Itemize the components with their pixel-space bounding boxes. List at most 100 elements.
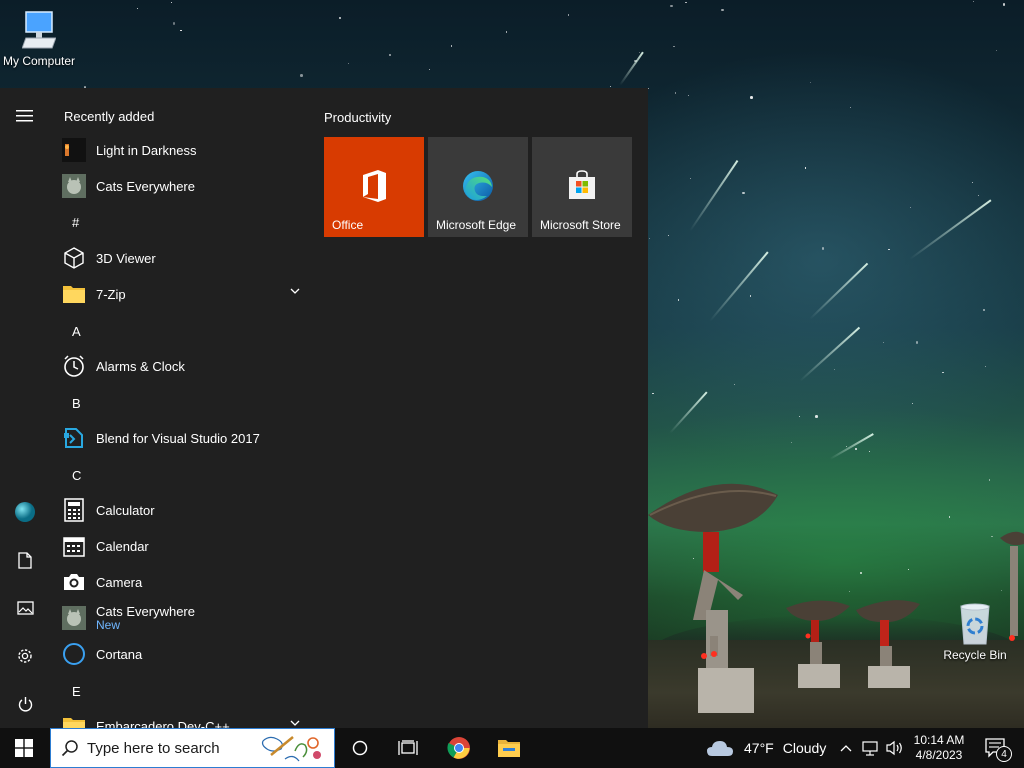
show-hidden-icons-button[interactable] — [836, 728, 856, 768]
light-in-darkness-icon — [62, 138, 86, 162]
wallpaper-star — [180, 30, 182, 32]
tile-group-title[interactable]: Productivity — [324, 110, 391, 125]
volume-icon — [886, 740, 902, 756]
tile-office[interactable]: Office — [324, 137, 424, 237]
clock-date: 4/8/2023 — [915, 748, 963, 762]
wallpaper-star — [804, 167, 806, 169]
wallpaper-star — [690, 177, 692, 179]
wallpaper-star — [912, 403, 914, 405]
wallpaper-meteor — [709, 251, 769, 322]
pictures-button[interactable] — [0, 586, 50, 630]
taskbar-file-explorer[interactable] — [486, 728, 532, 768]
app-item-cortana[interactable]: Cortana — [62, 636, 310, 672]
weather-temp: 47°F — [744, 740, 774, 756]
app-item-cats-everywhere-new[interactable]: Cats Everywhere New — [62, 600, 310, 636]
documents-button[interactable] — [0, 538, 50, 582]
app-item-3d-viewer[interactable]: 3D Viewer — [62, 240, 310, 276]
tile-label: Microsoft Store — [540, 218, 621, 232]
cats-everywhere-icon — [62, 174, 86, 198]
wallpaper-star — [989, 479, 991, 481]
network-button[interactable] — [860, 728, 882, 768]
expand-menu-button[interactable] — [0, 94, 50, 138]
tile-microsoft-edge[interactable]: Microsoft Edge — [428, 137, 528, 237]
action-center-button[interactable]: 4 — [976, 728, 1016, 768]
file-explorer-icon — [498, 740, 520, 757]
settings-button[interactable] — [0, 634, 50, 678]
wallpaper-star — [798, 415, 801, 418]
wallpaper-star — [883, 341, 885, 343]
tile-microsoft-store[interactable]: Microsoft Store — [532, 137, 632, 237]
chevron-down-icon[interactable] — [290, 720, 300, 727]
app-item-light-in-darkness[interactable]: Light in Darkness — [62, 132, 310, 168]
tiles-area: Productivity Office Microsoft Edge Micro… — [312, 88, 648, 728]
wallpaper-star — [567, 14, 570, 16]
app-item-embarcadero[interactable]: Embarcadero Dev-C++ — [62, 708, 310, 728]
wallpaper-star — [815, 415, 818, 418]
new-badge: New — [96, 618, 121, 632]
desktop-icon-recycle-bin[interactable]: Recycle Bin — [940, 602, 1010, 662]
pictures-icon — [16, 601, 34, 615]
wallpaper-star — [348, 62, 350, 65]
tile-label: Office — [332, 218, 364, 232]
wallpaper-star — [136, 7, 139, 9]
wallpaper-meteor — [669, 391, 708, 434]
wallpaper-star — [1002, 3, 1005, 6]
wallpaper-meteor — [619, 51, 644, 86]
section-letter[interactable]: C — [72, 468, 81, 483]
app-item-7-zip[interactable]: 7-Zip — [62, 276, 310, 312]
wallpaper-meteor — [689, 159, 739, 232]
section-letter[interactable]: # — [72, 215, 79, 230]
store-icon — [569, 170, 595, 199]
account-button[interactable] — [0, 490, 50, 534]
app-item-blend[interactable]: Blend for Visual Studio 2017 — [62, 420, 310, 456]
cortana-button[interactable] — [340, 728, 380, 768]
wallpaper-star — [848, 590, 850, 592]
section-letter[interactable]: A — [72, 324, 81, 339]
section-letter[interactable]: E — [72, 684, 81, 699]
app-item-alarms-clock[interactable]: Alarms & Clock — [62, 348, 310, 384]
search-highlight-doodle-icon — [261, 736, 321, 762]
network-icon — [862, 741, 878, 756]
alarm-clock-icon — [62, 354, 86, 378]
task-view-button[interactable] — [388, 728, 428, 768]
wallpaper-telescope-mid2 — [856, 600, 920, 688]
cloudy-weather-icon — [707, 741, 733, 756]
app-item-calendar[interactable]: Calendar — [62, 528, 310, 564]
recently-added-header: Recently added — [64, 109, 155, 124]
power-icon — [18, 696, 32, 711]
app-item-label: Calculator — [96, 502, 155, 518]
clock-button[interactable]: 10:14 AM 4/8/2023 — [908, 728, 970, 768]
app-item-camera[interactable]: Camera — [62, 564, 310, 600]
section-letter[interactable]: B — [72, 396, 81, 411]
taskbar-search[interactable] — [50, 728, 335, 768]
app-item-label: Cortana — [96, 646, 143, 662]
search-input[interactable] — [87, 739, 257, 757]
user-avatar-icon — [15, 502, 35, 522]
wallpaper-star — [972, 182, 974, 184]
wallpaper-star — [389, 54, 391, 56]
desktop-icon-my-computer[interactable]: My Computer — [0, 10, 78, 68]
camera-icon — [62, 570, 86, 594]
wallpaper-star — [850, 107, 852, 109]
start-button[interactable] — [0, 728, 48, 768]
taskbar-chrome[interactable] — [436, 728, 482, 768]
wallpaper-star — [742, 191, 745, 195]
chevron-down-icon[interactable] — [290, 288, 300, 295]
app-item-cats-everywhere[interactable]: Cats Everywhere — [62, 168, 310, 204]
wallpaper-star — [834, 368, 836, 370]
wallpaper-star — [984, 365, 987, 367]
app-item-label: Cats Everywhere — [96, 178, 195, 194]
chrome-icon — [447, 737, 470, 759]
app-item-label: Blend for Visual Studio 2017 — [96, 430, 260, 446]
folder-icon — [62, 282, 86, 306]
windows-logo-icon — [15, 739, 33, 757]
app-item-calculator[interactable]: Calculator — [62, 492, 310, 528]
power-button[interactable] — [0, 682, 50, 726]
wallpaper-star — [677, 299, 680, 301]
wallpaper-star — [300, 74, 303, 77]
taskbar: 47°F Cloudy 10:14 AM 4/8/2023 4 — [0, 728, 1024, 768]
wallpaper-star — [670, 4, 673, 8]
wallpaper-star — [821, 247, 825, 250]
volume-button[interactable] — [884, 728, 906, 768]
weather-widget[interactable]: 47°F Cloudy — [706, 728, 828, 768]
